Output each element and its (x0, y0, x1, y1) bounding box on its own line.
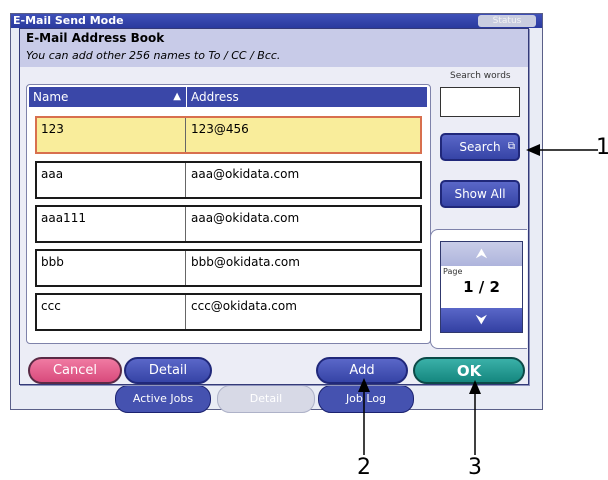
callout-1-label: 1 (596, 135, 608, 160)
callout-arrows (358, 144, 598, 455)
callout-2-arrowhead (358, 378, 370, 392)
callout-1-arrowhead (526, 144, 540, 156)
callout-3-label: 3 (468, 455, 482, 480)
callout-3-arrowhead (469, 380, 481, 394)
callout-2-label: 2 (357, 455, 371, 480)
